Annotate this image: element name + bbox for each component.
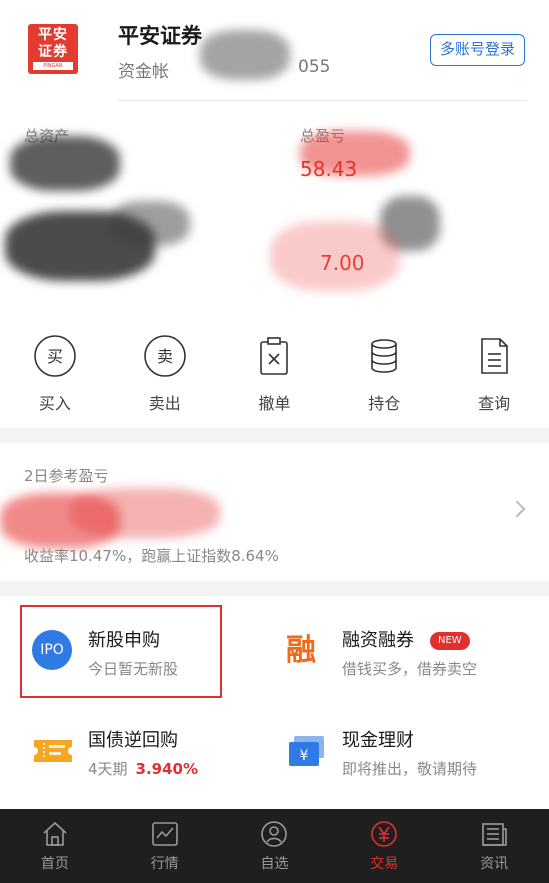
action-buy-label: 买入	[38, 394, 71, 413]
service-cash-management[interactable]: ¥ 现金理财 即将推出，敬请期待	[254, 696, 528, 796]
service-bond-repo[interactable]: 国债逆回购 4天期 3.940%	[0, 696, 274, 796]
profit-summary-card[interactable]: 2日参考盈亏 收益率10.47%，跑赢上证指数8.64%	[0, 443, 549, 581]
cash-card-glyph: ¥	[300, 748, 309, 764]
tab-market-label: 行情	[150, 856, 179, 872]
new-badge: NEW	[430, 632, 470, 650]
service-margin-title: 融资融券	[342, 630, 414, 651]
action-cancel-order[interactable]: 撤单	[220, 318, 330, 428]
profit-summary-description: 收益率10.47%，跑赢上证指数8.64%	[24, 547, 279, 565]
market-chart-icon	[151, 822, 178, 846]
action-holdings[interactable]: 持仓	[329, 318, 439, 428]
home-icon	[43, 821, 67, 846]
account-number-suffix: 055	[298, 57, 331, 77]
tab-market[interactable]: 行情	[110, 809, 220, 883]
tab-home-label: 首页	[40, 856, 69, 872]
multi-account-login-button[interactable]: 多账号登录	[430, 34, 525, 66]
trade-yen-icon	[371, 821, 398, 847]
assets-panel[interactable]: 总资产 总盈亏 58.43 7.00	[0, 101, 549, 306]
section-gap	[0, 581, 549, 596]
watchlist-icon	[261, 821, 288, 847]
tab-news-label: 资讯	[480, 856, 509, 872]
redaction-scribble	[110, 201, 190, 246]
redaction-scribble	[300, 131, 410, 176]
redaction-scribble	[70, 488, 220, 538]
buy-glyph: 买	[47, 347, 63, 366]
tab-home[interactable]: 首页	[0, 809, 110, 883]
logo-sub: PINGAN	[33, 62, 73, 70]
action-sell-label: 卖出	[148, 394, 181, 413]
tab-watchlist-label: 自选	[260, 856, 289, 872]
service-margin-subtitle: 借钱买多，借券卖空	[342, 660, 478, 678]
ipo-highlight-box	[20, 605, 222, 698]
redaction-scribble	[10, 136, 120, 191]
brand-name: 平安证券	[118, 24, 202, 48]
tab-watchlist[interactable]: 自选	[220, 809, 330, 883]
bottom-tab-bar: 首页 行情 自选 交易 资讯	[0, 809, 549, 883]
section-gap	[0, 428, 549, 443]
service-repo-subtitle: 4天期 3.940%	[88, 758, 198, 779]
sell-icon: 卖	[143, 335, 186, 377]
account-number: 资金帐 055	[118, 57, 330, 82]
service-margin-trading[interactable]: 融 融资融券 借钱买多，借券卖空	[254, 596, 528, 696]
action-holdings-label: 持仓	[368, 394, 401, 413]
margin-icon: 融	[286, 630, 328, 672]
account-label: 资金帐	[118, 62, 169, 82]
trade-actions-row: 买 买入 卖 卖出 撤单 持仓 查询	[0, 318, 549, 428]
action-sell[interactable]: 卖 卖出	[110, 318, 220, 428]
margin-icon-text: 融	[286, 633, 316, 668]
account-header: 平安 证券 PINGAN 平安证券 资金帐 055 多账号登录	[0, 0, 549, 100]
action-query[interactable]: 查询	[439, 318, 549, 428]
action-query-label: 查询	[478, 394, 511, 413]
action-cancel-order-label: 撤单	[258, 394, 291, 413]
redaction-scribble	[200, 30, 290, 80]
cancel-order-icon	[260, 337, 289, 375]
service-repo-rate: 3.940%	[135, 760, 199, 778]
redaction-scribble	[270, 221, 400, 291]
holdings-icon	[371, 339, 398, 373]
sell-glyph: 卖	[157, 347, 173, 366]
logo-line2: 证券	[38, 44, 68, 60]
chevron-right-icon	[508, 500, 526, 518]
service-repo-term: 4天期	[88, 760, 128, 778]
logo-line1: 平安	[38, 27, 68, 43]
profit-summary-title: 2日参考盈亏	[24, 467, 109, 485]
service-cash-subtitle: 即将推出，敬请期待	[342, 760, 478, 778]
cash-card-icon: ¥	[289, 736, 324, 766]
pingan-logo: 平安 证券 PINGAN	[28, 24, 78, 74]
tab-trade[interactable]: 交易	[329, 809, 439, 883]
tab-trade-label: 交易	[370, 856, 399, 872]
buy-icon: 买	[34, 335, 76, 377]
service-cash-title: 现金理财	[342, 730, 414, 751]
action-buy[interactable]: 买 买入	[0, 318, 110, 428]
bond-ticket-icon	[34, 740, 72, 762]
query-icon	[481, 338, 508, 374]
service-repo-title: 国债逆回购	[88, 730, 178, 751]
tab-news[interactable]: 资讯	[439, 809, 549, 883]
news-icon	[482, 823, 507, 846]
